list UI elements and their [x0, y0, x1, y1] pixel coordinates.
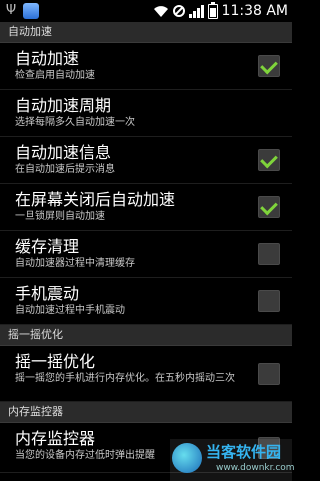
- watermark-url: www.downkr.com: [216, 463, 295, 473]
- pref-summary: 选择每隔多久自动加速一次: [15, 117, 135, 128]
- clock: 11:38 AM: [221, 3, 288, 19]
- pref-summary: 一旦锁屏则自动加速: [15, 211, 105, 222]
- checkmark-icon: [260, 197, 278, 216]
- boost-on-screen-off-checkbox[interactable]: [258, 196, 280, 218]
- auto-boost-info-checkbox[interactable]: [258, 149, 280, 171]
- pref-summary: 自动加速器过程中清理缓存: [15, 258, 135, 269]
- pref-title: 自动加速信息: [15, 143, 112, 162]
- pref-cache-clean[interactable]: 缓存清理 自动加速器过程中清理缓存: [0, 231, 292, 278]
- pref-auto-boost[interactable]: 自动加速 检查启用自动加速: [0, 43, 292, 90]
- pref-auto-boost-interval[interactable]: 自动加速周期 选择每隔多久自动加速一次: [0, 90, 292, 137]
- watermark-text: 当客软件园: [206, 443, 282, 461]
- pref-boost-on-screen-off[interactable]: 在屏幕关闭后自动加速 一旦锁屏则自动加速: [0, 184, 292, 231]
- status-bar: Ψ 11:38 AM: [0, 0, 292, 22]
- pref-title: 自动加速周期: [15, 96, 112, 115]
- cache-clean-checkbox[interactable]: [258, 243, 280, 265]
- pref-title: 自动加速: [15, 49, 80, 68]
- pref-summary: 摇一摇您的手机进行内存优化。在五秒内摇动三次: [15, 373, 235, 384]
- pref-title: 在屏幕关闭后自动加速: [15, 190, 176, 209]
- settings-list: 自动加速 自动加速 检查启用自动加速 自动加速周期 选择每隔多久自动加速一次 自…: [0, 22, 292, 473]
- checkmark-icon: [260, 150, 278, 169]
- checkmark-icon: [260, 56, 278, 75]
- pref-title: 缓存清理: [15, 237, 80, 256]
- section-header-auto-boost: 自动加速: [0, 22, 292, 43]
- auto-boost-checkbox[interactable]: [258, 55, 280, 77]
- usb-icon: Ψ: [5, 3, 17, 18]
- pref-vibrate[interactable]: 手机震动 自动加速过程中手机震动: [0, 278, 292, 325]
- pref-title: 摇一摇优化: [15, 352, 96, 371]
- watermark: 当客软件园 www.downkr.com: [170, 439, 295, 481]
- pref-summary: 在自动加速后提示消息: [15, 164, 115, 175]
- pref-shake-optimize[interactable]: 摇一摇优化 摇一摇您的手机进行内存优化。在五秒内摇动三次: [0, 346, 292, 402]
- pref-auto-boost-info[interactable]: 自动加速信息 在自动加速后提示消息: [0, 137, 292, 184]
- pref-title: 手机震动: [15, 284, 80, 303]
- signal-icon: [188, 4, 204, 18]
- section-header-shake: 摇一摇优化: [0, 325, 292, 346]
- pref-summary: 检查启用自动加速: [15, 70, 95, 81]
- app-icon: [23, 3, 39, 19]
- pref-summary: 自动加速过程中手机震动: [15, 305, 125, 316]
- battery-icon: [207, 1, 218, 19]
- wifi-icon: [153, 5, 168, 17]
- watermark-logo-icon: [172, 443, 202, 473]
- shake-optimize-checkbox[interactable]: [258, 362, 280, 385]
- section-header-memory-monitor: 内存监控器: [0, 402, 292, 423]
- vibrate-checkbox[interactable]: [258, 290, 280, 312]
- no-sim-icon: [172, 5, 185, 17]
